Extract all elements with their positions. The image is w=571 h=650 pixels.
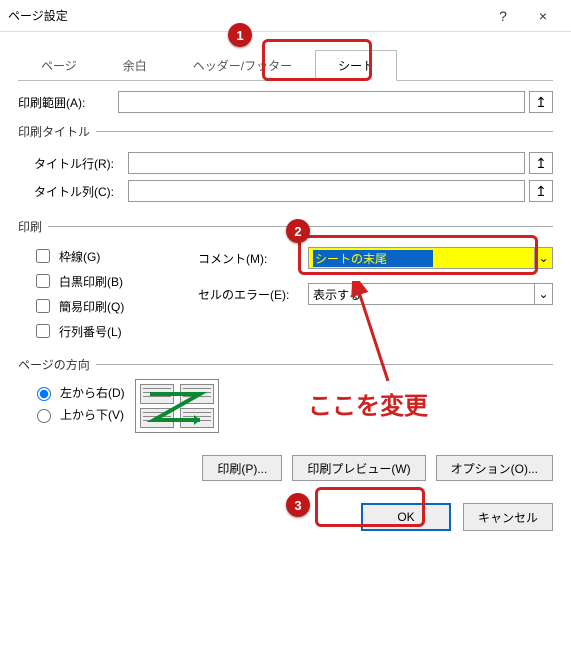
collapse-icon[interactable]: ↥ bbox=[529, 180, 553, 202]
window-title: ページ設定 bbox=[8, 7, 483, 24]
comment-combo[interactable]: シートの末尾 ⌄ bbox=[308, 247, 553, 269]
chevron-down-icon[interactable]: ⌄ bbox=[534, 284, 552, 304]
print-legend: 印刷 bbox=[18, 218, 48, 235]
annotation-arrow bbox=[348, 281, 408, 391]
print-area-label: 印刷範囲(A): bbox=[18, 94, 118, 111]
print-titles-group: 印刷タイトル タイトル行(R): ↥ タイトル列(C): ↥ bbox=[18, 123, 553, 208]
annotation-badge-3: 3 bbox=[286, 493, 310, 517]
tab-sheet[interactable]: シート bbox=[315, 50, 397, 81]
title-rows-input[interactable] bbox=[128, 152, 525, 174]
ok-button[interactable]: OK bbox=[361, 503, 451, 531]
tab-page[interactable]: ページ bbox=[18, 50, 100, 81]
title-cols-input[interactable] bbox=[128, 180, 525, 202]
title-rows-label: タイトル行(R): bbox=[18, 155, 128, 172]
annotation-text: ここを変更 bbox=[308, 386, 428, 421]
help-button[interactable]: ? bbox=[483, 0, 523, 32]
title-cols-label: タイトル列(C): bbox=[18, 183, 128, 200]
print-area-input[interactable] bbox=[118, 91, 525, 113]
order-tb-radio[interactable]: 上から下(V) bbox=[32, 406, 125, 423]
gridlines-checkbox[interactable]: 枠線(G) bbox=[32, 246, 198, 266]
collapse-icon[interactable]: ↥ bbox=[529, 91, 553, 113]
bw-checkbox[interactable]: 白黒印刷(B) bbox=[32, 271, 198, 291]
tabstrip: ページ 余白 ヘッダー/フッター シート bbox=[0, 32, 571, 80]
tab-headerfooter[interactable]: ヘッダー/フッター bbox=[170, 50, 315, 81]
tab-margins[interactable]: 余白 bbox=[100, 50, 170, 81]
cancel-button[interactable]: キャンセル bbox=[463, 503, 553, 531]
print-button[interactable]: 印刷(P)... bbox=[202, 455, 282, 481]
order-lr-radio[interactable]: 左から右(D) bbox=[32, 384, 125, 401]
page-order-diagram bbox=[135, 379, 219, 433]
collapse-icon[interactable]: ↥ bbox=[529, 152, 553, 174]
print-group: 印刷 枠線(G) 白黒印刷(B) 簡易印刷(Q) 行列番号(L) 2 コメント(… bbox=[18, 218, 553, 346]
page-order-legend: ページの方向 bbox=[18, 356, 96, 373]
cellerror-combo[interactable]: 表示する ⌄ bbox=[308, 283, 553, 305]
print-titles-legend: 印刷タイトル bbox=[18, 123, 96, 140]
draft-checkbox[interactable]: 簡易印刷(Q) bbox=[32, 296, 198, 316]
close-button[interactable]: × bbox=[523, 0, 563, 32]
rowcol-checkbox[interactable]: 行列番号(L) bbox=[32, 321, 198, 341]
comment-value: シートの末尾 bbox=[313, 250, 433, 267]
annotation-badge-1: 1 bbox=[228, 23, 252, 47]
titlebar: ページ設定 ? × bbox=[0, 0, 571, 32]
annotation-badge-2: 2 bbox=[286, 219, 310, 243]
preview-button[interactable]: 印刷プレビュー(W) bbox=[292, 455, 425, 481]
cellerror-label: セルのエラー(E): bbox=[198, 286, 308, 303]
chevron-down-icon[interactable]: ⌄ bbox=[534, 248, 552, 268]
page-order-group: ページの方向 左から右(D) 上から下(V) bbox=[18, 356, 553, 433]
options-button[interactable]: オプション(O)... bbox=[436, 455, 553, 481]
comment-label: コメント(M): bbox=[198, 250, 308, 267]
